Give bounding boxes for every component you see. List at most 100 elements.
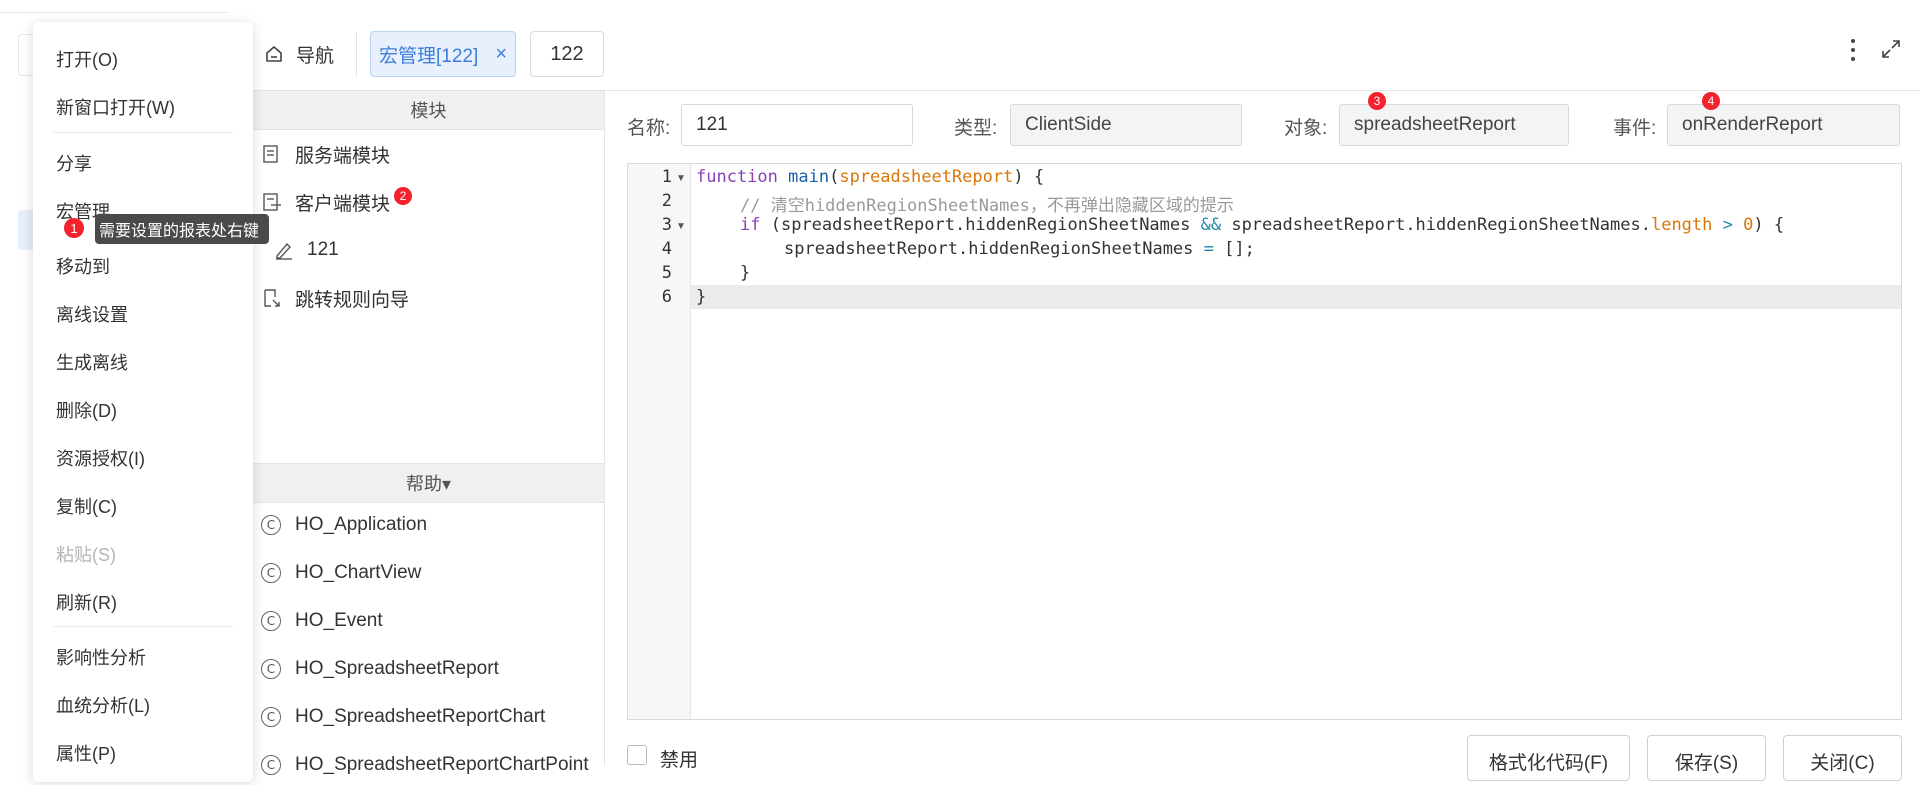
menu-item-delete[interactable]: 删除(D)	[56, 397, 117, 423]
code-editor[interactable]: 1 2 3 4 5 6 ▼ ▼ function main(spreadshee…	[627, 163, 1902, 720]
menu-item-move-to[interactable]: 移动到	[56, 253, 110, 279]
help-section-header[interactable]: 帮助▾	[253, 463, 604, 503]
menu-item-open[interactable]: 打开(O)	[56, 46, 118, 72]
tab-macro-management-label: 宏管理[122]	[379, 45, 479, 67]
operator-token: &&	[1200, 215, 1222, 235]
close-label: 关闭(C)	[1810, 753, 1875, 774]
client-module-icon	[263, 193, 281, 211]
code-token: }	[696, 287, 707, 307]
operator-token: >	[1722, 215, 1733, 235]
menu-item-lineage-analysis[interactable]: 血统分析(L)	[56, 692, 150, 718]
more-vertical-icon[interactable]	[1846, 36, 1860, 64]
object-value: spreadsheetReport	[1354, 114, 1516, 135]
help-item[interactable]: C HO_ChartView	[261, 553, 421, 593]
number-token: 0	[1743, 215, 1754, 235]
menu-item-resource-authorization[interactable]: 资源授权(I)	[56, 445, 145, 471]
menu-item-share[interactable]: 分享	[56, 150, 92, 176]
save-button[interactable]: 保存(S)	[1647, 735, 1766, 781]
class-icon: C	[261, 563, 281, 583]
tree-item-label: 服务端模块	[295, 145, 391, 167]
script-edit-icon	[276, 242, 292, 260]
line-number: 6	[661, 287, 672, 307]
code-line-1: function main(spreadsheetReport) {	[696, 167, 1045, 187]
name-label: 名称:	[627, 118, 671, 139]
class-icon: C	[261, 707, 281, 727]
tree-item-jump-rule-wizard[interactable]: 跳转规则向导	[261, 278, 409, 318]
tree-item-121[interactable]: 121	[273, 230, 339, 270]
menu-item-generate-offline[interactable]: 生成离线	[56, 349, 128, 375]
macro-properties-form: 名称: 121 类型: ClientSide 对象: spreadsheetRe…	[604, 90, 1920, 160]
code-token: [];	[1213, 239, 1255, 259]
notification-badge: 2	[394, 187, 413, 205]
menu-item-open-new-window[interactable]: 新窗口打开(W)	[56, 94, 175, 120]
menu-item-paste: 粘贴(S)	[56, 545, 116, 565]
context-menu: 打开(O) 新窗口打开(W) 分享 宏管理 移动到 离线设置 生成离线 删除(D…	[33, 22, 253, 782]
tab-navigation-label: 导航	[296, 45, 335, 67]
menu-item-properties[interactable]: 属性(P)	[56, 740, 116, 766]
save-label: 保存(S)	[1674, 753, 1739, 774]
tooltip-text: 需要设置的报表处右键	[99, 223, 260, 240]
code-token: spreadsheetReport.hiddenRegionSheetNames	[784, 239, 1204, 259]
disable-checkbox[interactable]	[627, 745, 647, 765]
class-icon: C	[261, 659, 281, 679]
module-header-label: 模块	[410, 101, 447, 121]
name-input[interactable]: 121	[681, 104, 913, 146]
comment-token: // 清空hiddenRegionSheetNames，不再弹出隐藏区域的提示	[740, 196, 1234, 216]
line-number: 1	[661, 167, 672, 187]
property-token: length	[1650, 215, 1713, 235]
help-item[interactable]: C HO_Event	[261, 601, 383, 641]
type-label: 类型:	[954, 118, 998, 139]
line-number: 2	[661, 191, 672, 211]
tab-macro-management[interactable]: 宏管理[122] ×	[370, 31, 516, 77]
code-token: spreadsheetReport.hiddenRegionSheetNames…	[1221, 215, 1651, 235]
tab-separator	[356, 32, 357, 76]
line-number: 5	[661, 263, 672, 283]
object-label: 对象:	[1284, 118, 1328, 139]
help-item-label: HO_Event	[295, 610, 383, 631]
close-tab-icon[interactable]: ×	[495, 43, 507, 66]
close-button[interactable]: 关闭(C)	[1783, 735, 1902, 781]
event-value: onRenderReport	[1682, 114, 1823, 135]
help-item[interactable]: C HO_SpreadsheetReport	[261, 649, 499, 689]
tree-item-client-module[interactable]: 客户端模块 2	[261, 182, 413, 222]
help-header-label: 帮助▾	[405, 474, 452, 494]
if-token: if	[740, 215, 761, 235]
object-field: spreadsheetReport	[1339, 104, 1569, 146]
help-item[interactable]: C HO_Application	[261, 505, 427, 545]
help-item[interactable]: C HO_SpreadsheetReportChartPoint	[261, 745, 589, 785]
code-line-4: spreadsheetReport.hiddenRegionSheetNames…	[784, 239, 1255, 259]
menu-item-offline-settings[interactable]: 离线设置	[56, 301, 128, 327]
class-icon: C	[261, 515, 281, 535]
fold-arrow-icon[interactable]: ▼	[676, 221, 686, 232]
tree-item-label: 121	[307, 239, 339, 260]
type-field: ClientSide	[1010, 104, 1242, 146]
type-value: ClientSide	[1025, 114, 1112, 135]
tree-item-label: 客户端模块	[295, 193, 391, 215]
menu-item-refresh[interactable]: 刷新(R)	[56, 589, 117, 615]
code-line-5: }	[740, 263, 750, 283]
menu-divider	[53, 132, 233, 133]
help-item[interactable]: C HO_SpreadsheetReportChart	[261, 697, 545, 737]
tree-item-label: 跳转规则向导	[295, 289, 410, 311]
code-line-2: // 清空hiddenRegionSheetNames，不再弹出隐藏区域的提示	[740, 191, 1234, 216]
fullscreen-icon[interactable]	[1880, 38, 1902, 60]
server-module-icon	[263, 145, 278, 163]
menu-item-copy[interactable]: 复制(C)	[56, 493, 117, 519]
tab-122[interactable]: 122	[530, 31, 604, 77]
format-code-button[interactable]: 格式化代码(F)	[1467, 735, 1630, 781]
help-item-label: HO_SpreadsheetReport	[295, 658, 499, 679]
module-section-header: 模块	[253, 90, 604, 130]
code-line-6: }	[696, 287, 706, 307]
home-icon	[266, 46, 282, 62]
help-item-label: HO_SpreadsheetReportChart	[295, 706, 546, 727]
menu-item-impact-analysis[interactable]: 影响性分析	[56, 644, 146, 670]
tree-item-server-module[interactable]: 服务端模块	[261, 134, 390, 174]
help-item-label: HO_ChartView	[295, 562, 422, 583]
fold-arrow-icon[interactable]: ▼	[676, 173, 686, 184]
operator-token: =	[1203, 239, 1214, 259]
tab-navigation[interactable]: 导航	[264, 34, 334, 74]
keyword-token: function	[696, 167, 778, 187]
step-badge-4: 4	[1702, 92, 1720, 110]
code-token: }	[740, 263, 751, 283]
line-number: 4	[661, 239, 672, 259]
